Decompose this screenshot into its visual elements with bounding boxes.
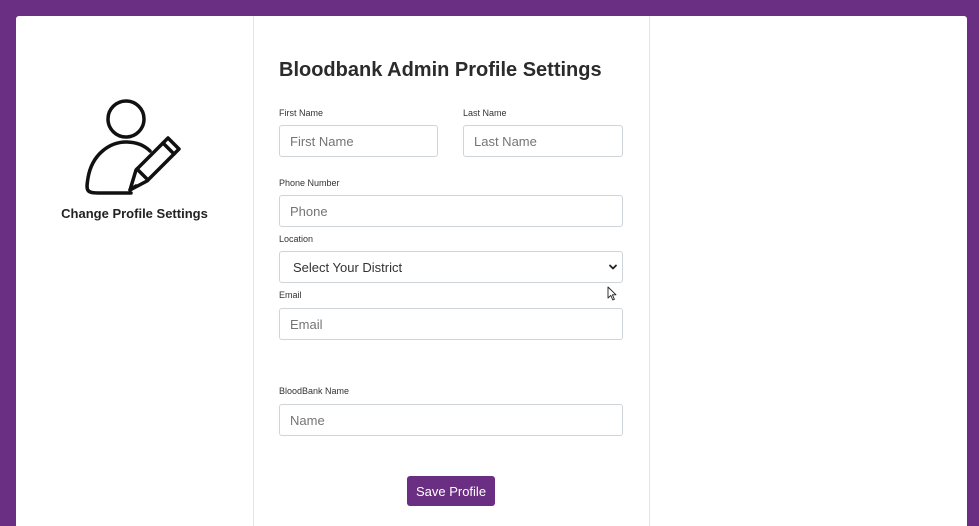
- last-name-label: Last Name: [463, 108, 507, 118]
- bloodbank-name-label: BloodBank Name: [279, 386, 350, 396]
- last-name-input[interactable]: [463, 125, 623, 157]
- chevron-down-icon: [609, 264, 617, 270]
- location-label: Location: [279, 234, 314, 244]
- district-select[interactable]: Select Your District: [279, 251, 623, 283]
- column-divider: [649, 16, 650, 526]
- email-input[interactable]: [279, 308, 623, 340]
- district-select-value: Select Your District: [293, 259, 403, 275]
- column-divider: [253, 16, 254, 526]
- phone-label: Phone Number: [279, 178, 340, 188]
- phone-input[interactable]: [279, 195, 623, 227]
- profile-sidebar: Change Profile Settings: [16, 16, 253, 526]
- change-profile-caption: Change Profile Settings: [61, 206, 208, 221]
- mouse-cursor-icon: [607, 286, 617, 301]
- save-profile-button[interactable]: Save Profile: [407, 476, 495, 506]
- email-label: Email: [279, 290, 302, 300]
- profile-card: Change Profile Settings Bloodbank Admin …: [16, 16, 967, 526]
- page-title: Bloodbank Admin Profile Settings: [279, 59, 602, 81]
- user-edit-icon: [85, 99, 181, 195]
- first-name-input[interactable]: [279, 125, 438, 157]
- bloodbank-name-input[interactable]: [279, 404, 623, 436]
- first-name-label: First Name: [279, 108, 324, 118]
